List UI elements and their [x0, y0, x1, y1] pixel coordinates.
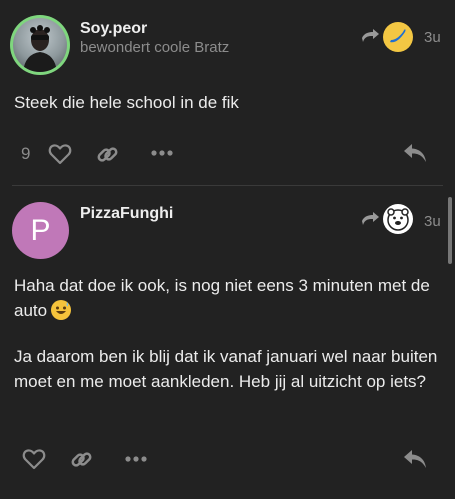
post-divider: [12, 185, 443, 186]
reply-to-arrow-icon[interactable]: [361, 212, 379, 226]
username[interactable]: PizzaFunghi: [80, 205, 173, 223]
username[interactable]: Soy.peor: [80, 20, 147, 38]
post-soy-peor: Soy.peor bewondert coole Bratz 3u Steek …: [0, 0, 455, 186]
more-options-icon[interactable]: [151, 150, 173, 156]
reply-to-avatar[interactable]: [383, 204, 413, 234]
post-body-paragraph-2: Ja daarom ben ik blij dat ik vanaf janua…: [14, 347, 438, 391]
user-title: bewondert coole Bratz: [80, 39, 230, 56]
post-body-text: Haha dat doe ik ook, is nog niet eens 3 …: [14, 276, 430, 320]
reply-icon[interactable]: [403, 449, 427, 469]
reply-icon[interactable]: [403, 143, 427, 163]
user-avatar[interactable]: P: [12, 202, 69, 259]
more-options-icon[interactable]: [125, 456, 147, 462]
copy-link-icon[interactable]: [96, 143, 119, 166]
like-count[interactable]: 9: [21, 144, 30, 164]
copy-link-icon[interactable]: [70, 448, 93, 471]
person-portrait-icon: [23, 25, 57, 72]
reply-to-avatar[interactable]: [383, 22, 413, 52]
post-body: Steek die hele school in de fik: [14, 93, 239, 112]
polar-bear-icon: [387, 208, 409, 231]
like-heart-icon[interactable]: [48, 143, 72, 165]
grinning-sweat-emoji-icon: [51, 300, 72, 320]
reply-to-arrow-icon[interactable]: [361, 29, 379, 43]
like-heart-icon[interactable]: [22, 448, 46, 470]
banana-icon: [390, 29, 406, 43]
post-time[interactable]: 3u: [424, 29, 441, 46]
scrollbar-thumb[interactable]: [448, 197, 452, 264]
post-body-paragraph-1: Haha dat doe ik ook, is nog niet eens 3 …: [14, 273, 439, 323]
user-avatar[interactable]: [10, 15, 70, 75]
post-time[interactable]: 3u: [424, 213, 441, 230]
